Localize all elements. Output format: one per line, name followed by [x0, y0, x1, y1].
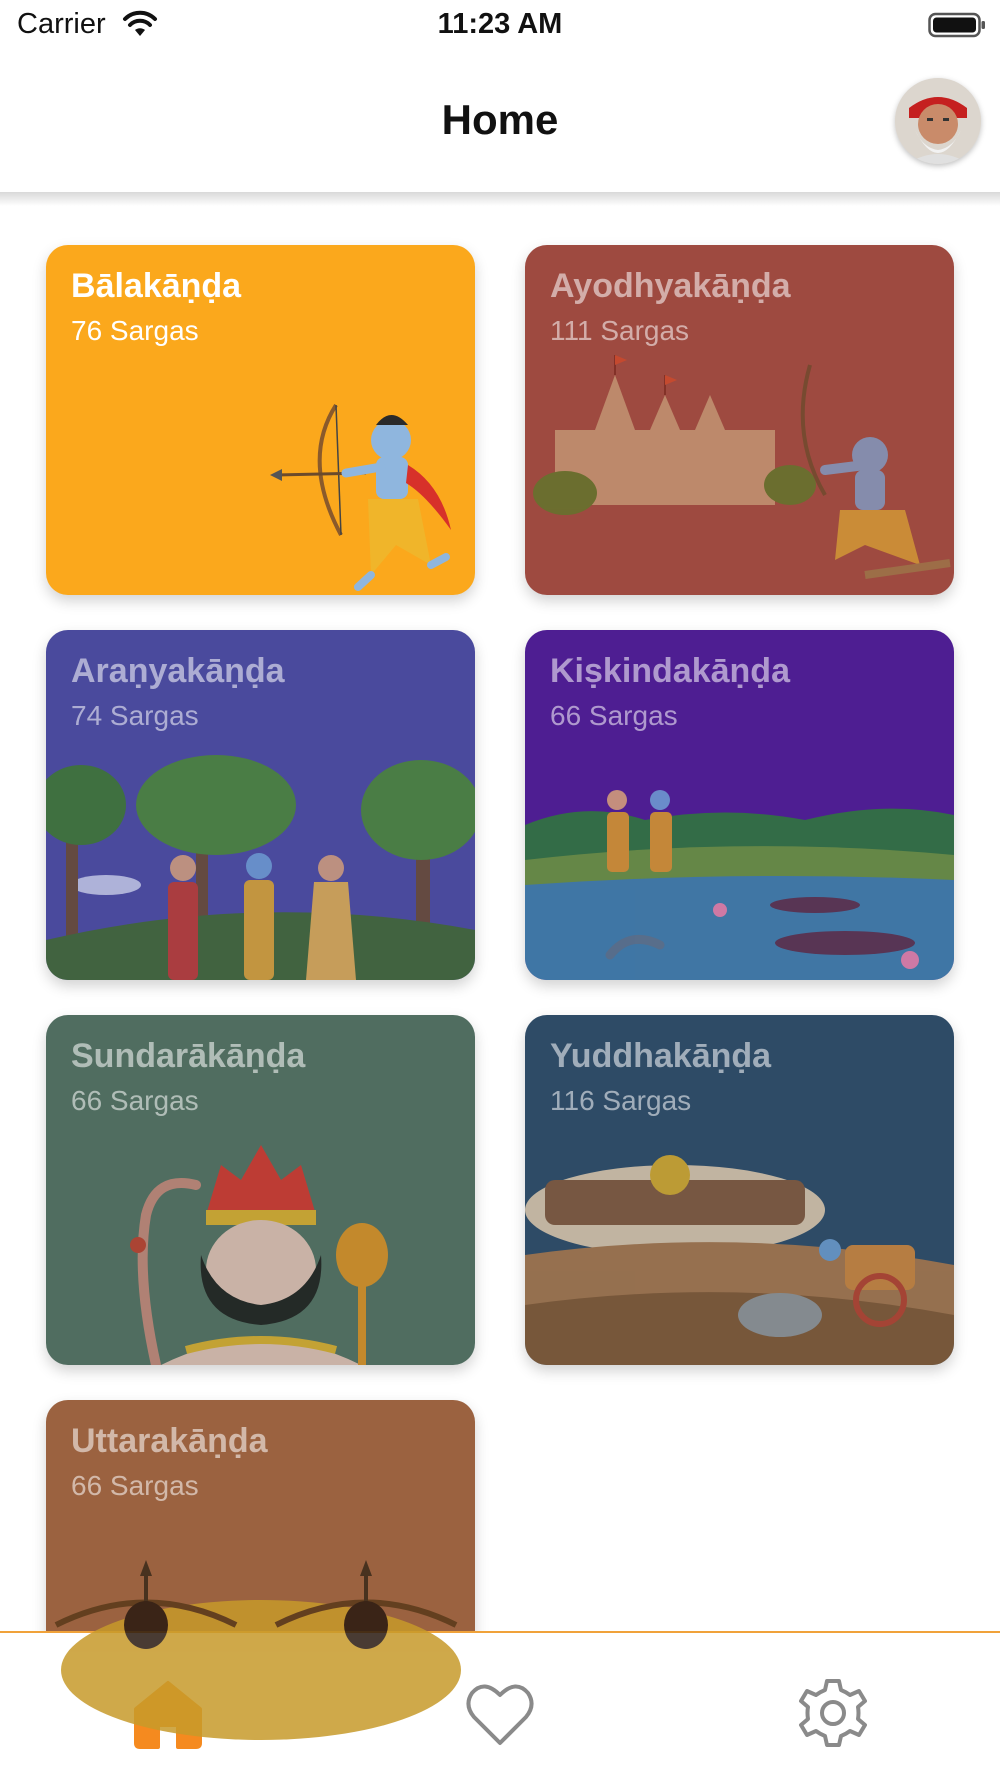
kanda-card-sundarakanda[interactable]: Sundarākāṇḍa 66 Sargas [46, 1015, 475, 1365]
kanda-sargas: 74 Sargas [71, 700, 199, 731]
status-bar: Carrier 11:23 AM [0, 0, 1000, 52]
kanda-sargas: 66 Sargas [71, 1085, 199, 1116]
battery-icon [928, 12, 985, 38]
kanda-sargas: 111 Sargas [550, 315, 690, 346]
kanda-sargas: 66 Sargas [71, 1470, 199, 1501]
app-header: Home [0, 52, 1000, 192]
avatar-image [895, 78, 981, 164]
kanda-sargas: 66 Sargas [550, 700, 678, 731]
kanda-title: Kiṣkindakāṇḍa [550, 652, 790, 690]
profile-avatar[interactable] [895, 78, 981, 164]
kanda-card-yuddhakanda[interactable]: Yuddhakāṇḍa 116 Sargas [525, 1015, 954, 1365]
nav-settings[interactable] [793, 1673, 873, 1753]
kanda-sargas: 76 Sargas [71, 315, 199, 346]
kanda-card-ayodhyakanda[interactable]: Ayodhyakāṇḍa 111 Sargas [525, 245, 954, 595]
kanda-card-kiskindakanda[interactable]: Kiṣkindakāṇḍa 66 Sargas [525, 630, 954, 980]
kanda-card-uttarakanda[interactable]: Uttarakāṇḍa 66 Sargas [46, 1400, 475, 1750]
kanda-sargas: 116 Sargas [550, 1085, 692, 1116]
status-time: 11:23 AM [437, 8, 563, 40]
kanda-title: Bālakāṇḍa [71, 267, 242, 305]
kanda-title: Ayodhyakāṇḍa [550, 267, 791, 305]
gear-icon [799, 1679, 867, 1747]
header-divider [0, 192, 1000, 206]
kanda-card-balakanda[interactable]: Bālakāṇḍa 76 Sargas [46, 245, 475, 595]
kanda-card-aranyakanda[interactable]: Araṇyakāṇḍa 74 Sargas [46, 630, 475, 980]
kanda-title: Yuddhakāṇḍa [550, 1037, 772, 1075]
kanda-title: Sundarākāṇḍa [71, 1037, 306, 1075]
kanda-title: Uttarakāṇḍa [71, 1422, 268, 1460]
page-title: Home [441, 96, 559, 143]
kanda-title: Araṇyakāṇḍa [71, 652, 285, 690]
